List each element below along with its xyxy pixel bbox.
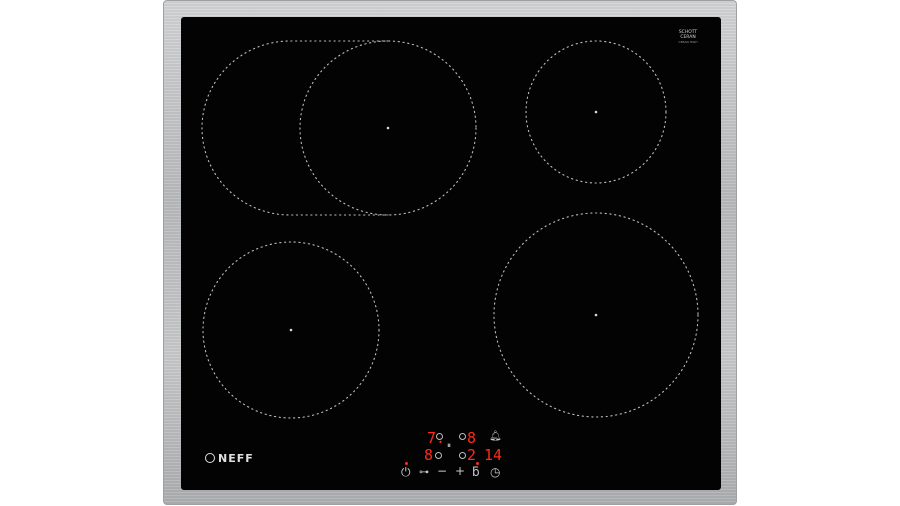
clock-icon[interactable]: ◷ — [490, 466, 500, 478]
cooktop-photo: SCHOTT CERAN CERAN HIGH NEFF 7. ⏸ 8 🔔︎ 8… — [0, 0, 900, 506]
cooking-zones — [201, 40, 699, 419]
glass-maker-logo: SCHOTT CERAN CERAN HIGH — [669, 30, 707, 45]
rear-right-power-display: 8 — [467, 429, 477, 447]
rear-left-zone-selector-icon[interactable] — [435, 452, 442, 459]
front-right-zone-center — [594, 313, 598, 317]
rear-left-power-display: 8 — [424, 446, 434, 464]
brand-circle-icon — [205, 453, 215, 463]
rear-right-zone-selector-icon[interactable] — [459, 433, 466, 440]
brand-name: NEFF — [218, 451, 254, 465]
pause-icon[interactable]: ⏸ — [447, 440, 451, 452]
front-right-zone-selector-icon[interactable] — [459, 452, 466, 459]
front-right-power-display: 2 — [467, 446, 477, 464]
combine-icon[interactable]: ⊶ — [419, 467, 429, 479]
plus-icon[interactable]: + — [455, 465, 465, 477]
minus-icon[interactable]: − — [437, 465, 447, 477]
power-icon[interactable]: ⏻ — [401, 466, 411, 478]
bell-icon[interactable]: 🔔︎ — [489, 431, 502, 443]
front-left-zone-selector-icon[interactable] — [436, 433, 443, 440]
timer-display: 14 — [484, 446, 503, 464]
glass-maker-small: CERAN HIGH — [678, 40, 698, 44]
rear-right-zone-center — [594, 110, 598, 114]
rear-left-extended-zone-outline — [201, 40, 389, 216]
timer-icon[interactable]: ƃ — [472, 466, 480, 478]
brand-logo: NEFF — [205, 451, 254, 465]
front-left-zone-center — [289, 328, 293, 332]
rear-left-zone-center — [386, 126, 390, 130]
